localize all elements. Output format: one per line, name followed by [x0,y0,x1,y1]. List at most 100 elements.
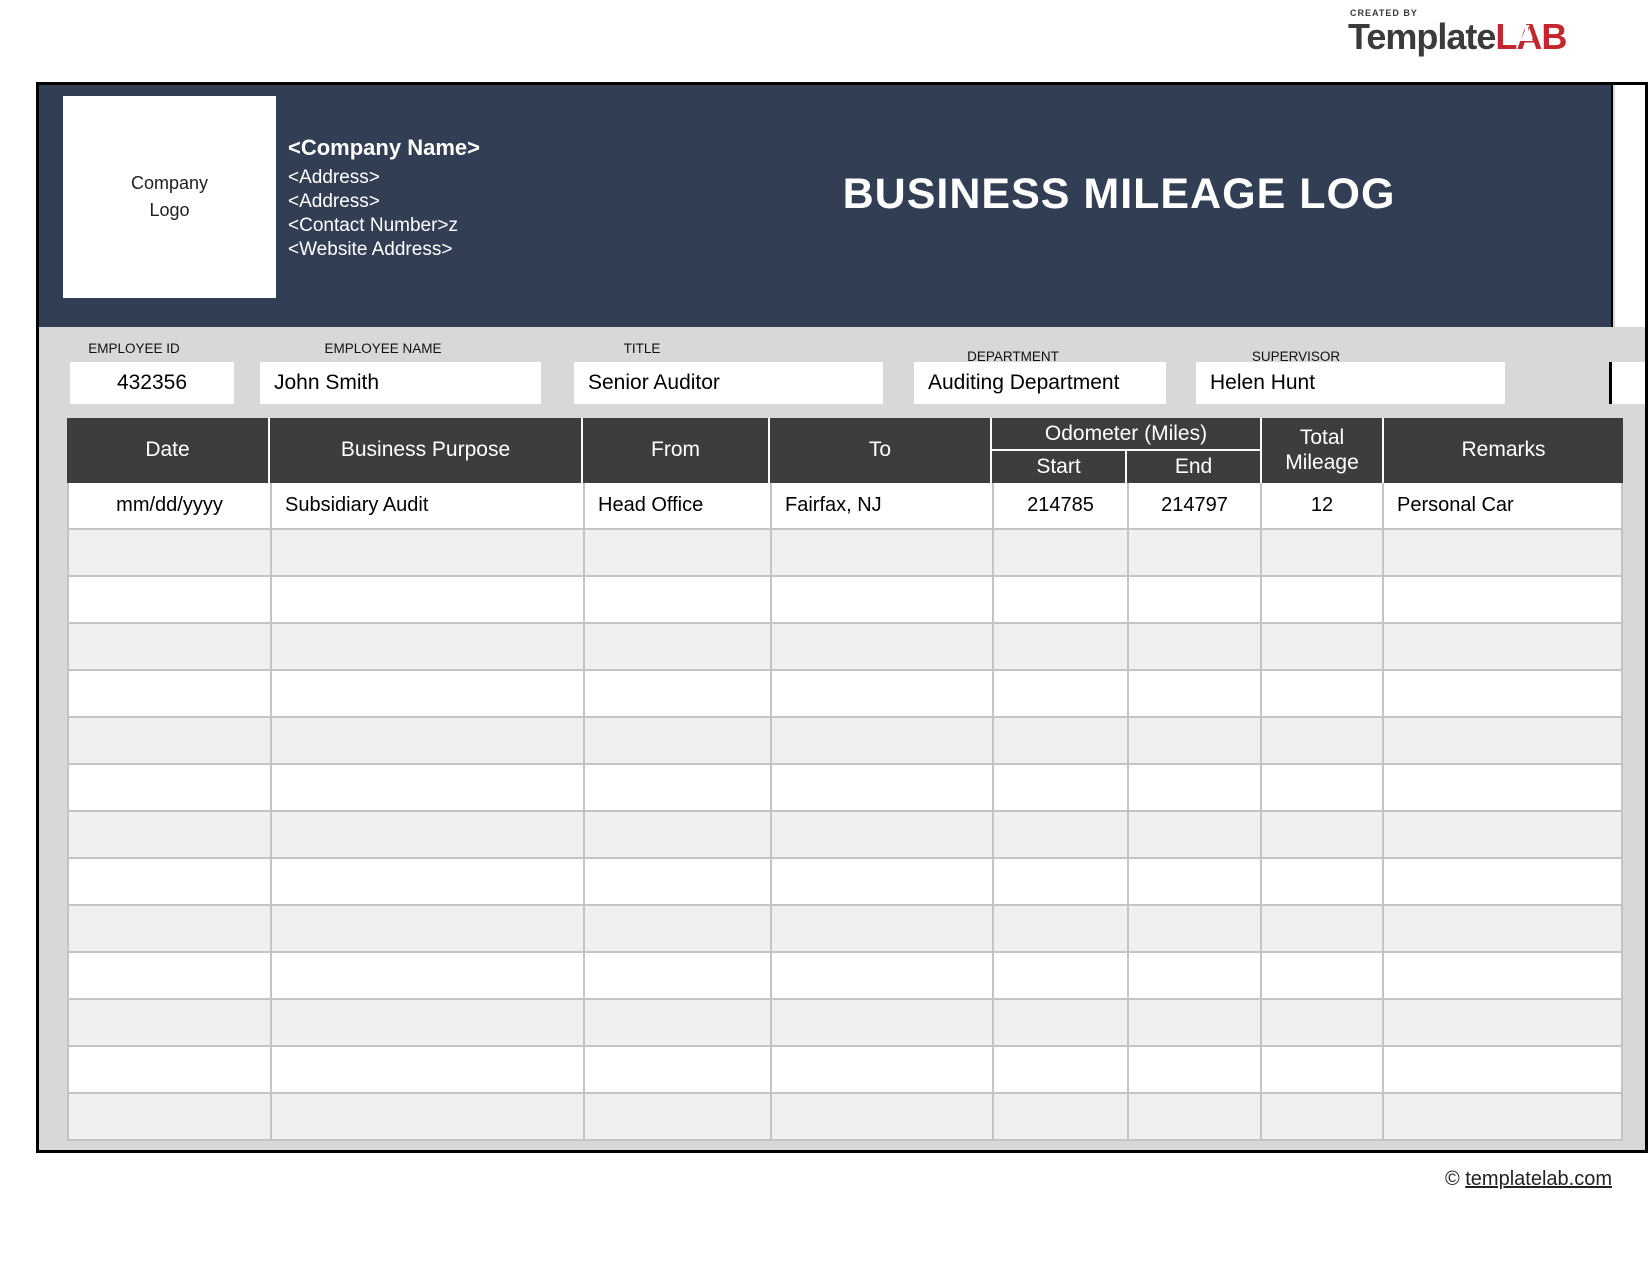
from-cell[interactable] [585,530,772,575]
remarks-cell[interactable] [1384,530,1621,575]
start-cell[interactable] [994,1047,1129,1092]
date-cell[interactable] [69,577,272,622]
start-cell[interactable] [994,953,1129,998]
from-cell[interactable] [585,906,772,951]
employee-name-field[interactable]: John Smith [260,362,541,404]
date-cell[interactable] [69,765,272,810]
purpose-cell[interactable] [272,812,585,857]
total-cell[interactable] [1262,577,1384,622]
total-cell[interactable] [1262,906,1384,951]
purpose-cell[interactable] [272,765,585,810]
from-cell[interactable] [585,718,772,763]
from-cell[interactable] [585,1047,772,1092]
to-cell[interactable] [772,1094,994,1139]
date-cell[interactable] [69,1000,272,1045]
remarks-cell[interactable] [1384,1000,1621,1045]
purpose-cell[interactable] [272,624,585,669]
remarks-cell[interactable] [1384,577,1621,622]
supervisor-field[interactable]: Helen Hunt [1196,362,1505,404]
purpose-cell[interactable] [272,906,585,951]
total-cell[interactable] [1262,671,1384,716]
end-cell[interactable] [1129,718,1262,763]
to-cell[interactable] [772,906,994,951]
end-cell[interactable] [1129,624,1262,669]
start-cell[interactable] [994,530,1129,575]
end-cell[interactable] [1129,906,1262,951]
purpose-cell[interactable] [272,1047,585,1092]
purpose-cell[interactable] [272,1094,585,1139]
date-cell[interactable] [69,624,272,669]
start-cell[interactable] [994,1000,1129,1045]
end-cell[interactable] [1129,859,1262,904]
end-cell[interactable] [1129,765,1262,810]
start-cell[interactable] [994,577,1129,622]
total-cell[interactable] [1262,1000,1384,1045]
date-cell[interactable] [69,812,272,857]
templatelab-link[interactable]: templatelab.com [1465,1168,1612,1190]
remarks-cell[interactable] [1384,718,1621,763]
start-cell[interactable] [994,812,1129,857]
total-cell[interactable]: 12 [1262,483,1384,528]
total-cell[interactable] [1262,1094,1384,1139]
remarks-cell[interactable] [1384,859,1621,904]
from-cell[interactable]: Head Office [585,483,772,528]
end-cell[interactable] [1129,671,1262,716]
date-cell[interactable] [69,671,272,716]
to-cell[interactable] [772,812,994,857]
date-cell[interactable]: mm/dd/yyyy [69,483,272,528]
total-cell[interactable] [1262,624,1384,669]
end-cell[interactable] [1129,577,1262,622]
to-cell[interactable] [772,765,994,810]
remarks-cell[interactable] [1384,906,1621,951]
purpose-cell[interactable] [272,718,585,763]
to-cell[interactable]: Fairfax, NJ [772,483,994,528]
end-cell[interactable] [1129,812,1262,857]
start-cell[interactable] [994,624,1129,669]
remarks-cell[interactable] [1384,1094,1621,1139]
from-cell[interactable] [585,577,772,622]
date-cell[interactable] [69,859,272,904]
start-cell[interactable] [994,859,1129,904]
purpose-cell[interactable] [272,859,585,904]
end-cell[interactable] [1129,953,1262,998]
start-cell[interactable] [994,765,1129,810]
date-cell[interactable] [69,530,272,575]
purpose-cell[interactable]: Subsidiary Audit [272,483,585,528]
date-cell[interactable] [69,1094,272,1139]
total-cell[interactable] [1262,718,1384,763]
start-cell[interactable] [994,671,1129,716]
purpose-cell[interactable] [272,577,585,622]
purpose-cell[interactable] [272,953,585,998]
start-cell[interactable] [994,906,1129,951]
end-cell[interactable] [1129,1047,1262,1092]
purpose-cell[interactable] [272,530,585,575]
end-cell[interactable] [1129,530,1262,575]
from-cell[interactable] [585,1094,772,1139]
date-cell[interactable] [69,1047,272,1092]
remarks-cell[interactable] [1384,671,1621,716]
remarks-cell[interactable] [1384,624,1621,669]
department-field[interactable]: Auditing Department [914,362,1166,404]
to-cell[interactable] [772,1000,994,1045]
remarks-cell[interactable]: Personal Car [1384,483,1621,528]
from-cell[interactable] [585,624,772,669]
remarks-cell[interactable] [1384,812,1621,857]
from-cell[interactable] [585,671,772,716]
start-cell[interactable] [994,1094,1129,1139]
total-cell[interactable] [1262,953,1384,998]
from-cell[interactable] [585,1000,772,1045]
total-cell[interactable] [1262,765,1384,810]
to-cell[interactable] [772,718,994,763]
to-cell[interactable] [772,859,994,904]
from-cell[interactable] [585,812,772,857]
start-cell[interactable]: 214785 [994,483,1129,528]
from-cell[interactable] [585,859,772,904]
purpose-cell[interactable] [272,1000,585,1045]
total-cell[interactable] [1262,859,1384,904]
from-cell[interactable] [585,765,772,810]
title-field[interactable]: Senior Auditor [574,362,883,404]
date-cell[interactable] [69,906,272,951]
end-cell[interactable]: 214797 [1129,483,1262,528]
to-cell[interactable] [772,1047,994,1092]
to-cell[interactable] [772,577,994,622]
